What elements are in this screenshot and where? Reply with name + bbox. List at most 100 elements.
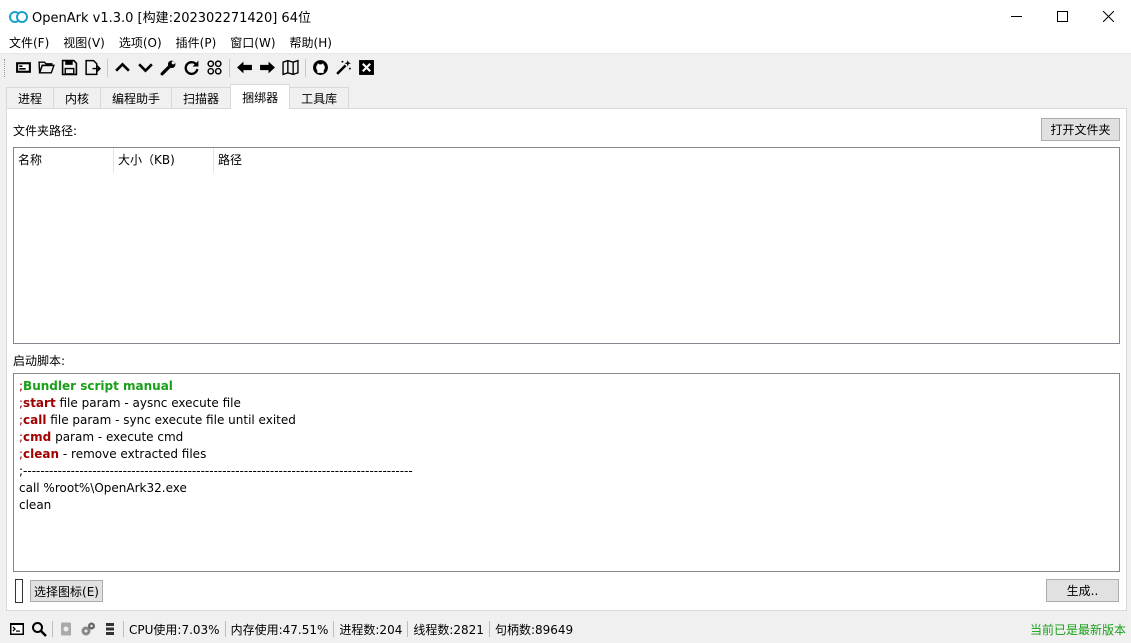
toolbar-separator: [305, 58, 306, 77]
script-line: ;---------------------------------------…: [19, 464, 413, 478]
cpu-usage: CPU使用:7.03%: [129, 622, 220, 637]
magic-button[interactable]: [332, 57, 355, 79]
update-status[interactable]: 当前已是最新版本: [1030, 621, 1126, 638]
icon-preview: [15, 579, 23, 603]
arrow-right-icon: [260, 61, 275, 74]
startup-script-label: 启动脚本:: [13, 354, 66, 368]
tab-coder[interactable]: 编程助手: [100, 87, 173, 109]
script-line: ;clean - remove extracted files: [19, 447, 207, 461]
script-line: clean: [19, 498, 52, 512]
console-status-button[interactable]: [6, 618, 28, 640]
menu-file[interactable]: 文件(F): [2, 33, 56, 53]
chevron-down-icon: [138, 63, 153, 73]
select-icon-button[interactable]: 选择图标(E): [30, 580, 103, 602]
list-header: 名称 大小（KB) 路径: [14, 148, 1119, 173]
memory-usage: 内存使用:47.51%: [230, 622, 329, 637]
gears-status-button[interactable]: [77, 618, 99, 640]
save-icon: [61, 59, 78, 76]
toolbar-separator: [107, 58, 108, 77]
folder-path-label: 文件夹路径:: [13, 124, 78, 138]
title-bar: OpenArk v1.3.0 [构建:202302271420] 64位: [0, 0, 1131, 32]
github-icon: [313, 60, 328, 75]
status-separator: [123, 621, 124, 637]
disk-status-button[interactable]: [55, 618, 77, 640]
status-bar: CPU使用:7.03% 内存使用:47.51% 进程数:204 线程数:2821…: [0, 615, 1131, 643]
tab-toolkit[interactable]: 工具库: [289, 87, 350, 109]
tab-scanner[interactable]: 扫描器: [171, 87, 232, 109]
settings-button[interactable]: [157, 57, 180, 79]
column-size[interactable]: 大小（KB): [114, 148, 214, 173]
script-line: ;start file param - aysnc execute file: [19, 396, 241, 410]
script-line: ;cmd param - execute cmd: [19, 430, 184, 444]
menu-options[interactable]: 选项(O): [112, 33, 169, 53]
tab-kernel[interactable]: 内核: [53, 87, 102, 109]
grid-button[interactable]: [203, 57, 226, 79]
github-button[interactable]: [309, 57, 332, 79]
main-tabs: 进程 内核 编程助手 扫描器 捆绑器 工具库: [6, 84, 350, 109]
toolbar: [0, 55, 1131, 80]
search-status-button[interactable]: [28, 618, 50, 640]
tab-bundler[interactable]: 捆绑器: [230, 84, 291, 109]
column-path[interactable]: 路径: [214, 148, 1119, 173]
generate-button[interactable]: 生成..: [1046, 579, 1119, 602]
script-editor[interactable]: ;Bundler script manual ;start file param…: [13, 373, 1120, 572]
minimize-icon: [1010, 15, 1022, 17]
process-count: 进程数:204: [339, 622, 403, 637]
openark-logo-icon: [9, 10, 28, 23]
status-separator: [224, 621, 226, 637]
export-icon: [85, 59, 101, 76]
status-separator: [407, 621, 409, 637]
open-folder-icon: [38, 61, 55, 74]
magic-wand-icon: [336, 60, 351, 75]
handle-count: 句柄数:89649: [494, 622, 574, 637]
script-line: ;call file param - sync execute file unt…: [19, 413, 296, 427]
terminal-icon: [10, 623, 24, 635]
toolbar-separator: [229, 58, 230, 77]
window-title: OpenArk v1.3.0 [构建:202302271420] 64位: [32, 10, 311, 26]
script-line: ;Bundler script manual: [19, 379, 173, 393]
close-button[interactable]: [1085, 0, 1131, 32]
window-controls: [993, 0, 1131, 32]
minimize-button[interactable]: [993, 0, 1039, 32]
maximize-icon: [1056, 10, 1068, 22]
back-button[interactable]: [233, 57, 256, 79]
script-line: call %root%\OpenArk32.exe: [19, 481, 187, 495]
refresh-icon: [184, 60, 199, 76]
refresh-button[interactable]: [180, 57, 203, 79]
move-down-button[interactable]: [134, 57, 157, 79]
menu-view[interactable]: 视图(V): [56, 33, 112, 53]
close-icon: [1102, 10, 1114, 22]
gears-icon: [81, 622, 95, 636]
database-status-button[interactable]: [99, 618, 121, 640]
arrow-left-icon: [237, 61, 252, 74]
open-button[interactable]: [35, 57, 58, 79]
toolbar-grip[interactable]: [4, 58, 7, 77]
save-button[interactable]: [58, 57, 81, 79]
map-icon: [282, 59, 299, 76]
status-separator: [333, 621, 335, 637]
search-icon: [32, 622, 47, 637]
menu-window[interactable]: 窗口(W): [223, 33, 282, 53]
forward-button[interactable]: [256, 57, 279, 79]
disk-icon: [61, 622, 71, 636]
open-folder-button[interactable]: 打开文件夹: [1041, 118, 1120, 141]
export-button[interactable]: [81, 57, 104, 79]
grid-icon: [207, 60, 222, 75]
menu-plugins[interactable]: 插件(P): [169, 33, 224, 53]
map-button[interactable]: [279, 57, 302, 79]
menu-bar: 文件(F) 视图(V) 选项(O) 插件(P) 窗口(W) 帮助(H): [0, 32, 1131, 54]
files-list[interactable]: 名称 大小（KB) 路径: [13, 147, 1120, 344]
column-name[interactable]: 名称: [14, 148, 114, 173]
maximize-button[interactable]: [1039, 0, 1085, 32]
menu-help[interactable]: 帮助(H): [283, 33, 339, 53]
thread-count: 线程数:2821: [413, 622, 484, 637]
console-button[interactable]: [12, 57, 35, 79]
wrench-icon: [160, 60, 176, 76]
tab-process[interactable]: 进程: [6, 87, 55, 109]
chevron-up-icon: [115, 62, 130, 72]
status-separator: [488, 621, 490, 637]
exit-button[interactable]: [355, 57, 378, 79]
close-box-icon: [359, 60, 374, 75]
move-up-button[interactable]: [111, 57, 134, 79]
bundler-panel: 文件夹路径: 打开文件夹 名称 大小（KB) 路径 启动脚本: ;Bundler…: [6, 108, 1127, 611]
